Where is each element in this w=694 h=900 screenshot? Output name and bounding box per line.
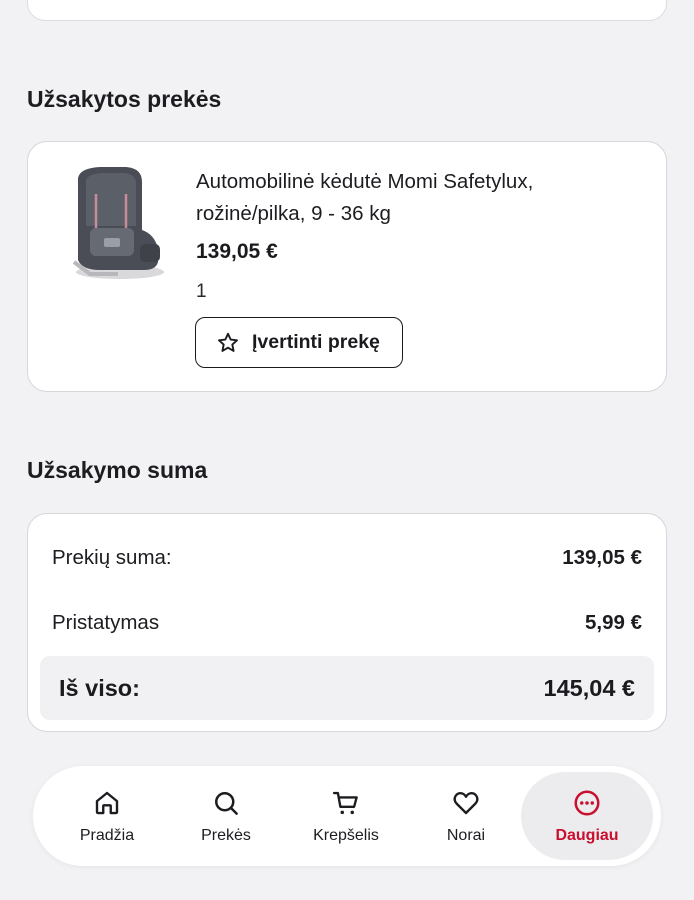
order-summary-title: Užsakymo suma	[27, 457, 208, 483]
star-icon	[218, 332, 238, 352]
more-icon	[574, 790, 600, 815]
subtotal-value: 139,05 €	[562, 546, 642, 569]
search-icon	[214, 791, 238, 815]
delivery-value: 5,99 €	[585, 611, 642, 634]
product-name[interactable]: Automobilinė kėdutė Momi Safetylux, roži…	[196, 166, 616, 230]
nav-label-home: Pradžia	[79, 826, 135, 844]
nav-item-home[interactable]: Pradžia	[47, 772, 167, 860]
nav-label-products: Prekės	[201, 826, 251, 844]
summary-row-total: Iš viso: 145,04 €	[40, 656, 654, 720]
heart-icon	[453, 791, 479, 814]
ordered-item-card: Automobilinė kėdutė Momi Safetylux, roži…	[27, 141, 667, 392]
total-label: Iš viso:	[59, 674, 140, 701]
cart-icon	[332, 791, 358, 814]
nav-item-products[interactable]: Prekės	[166, 772, 286, 860]
rate-product-label: Įvertinti prekę	[252, 331, 380, 353]
summary-row-delivery: Pristatymas 5,99 €	[52, 611, 642, 635]
nav-item-cart[interactable]: Krepšelis	[286, 772, 406, 860]
product-quantity: 1	[196, 281, 207, 302]
order-summary-card: Prekių suma: 139,05 € Pristatymas 5,99 €…	[27, 513, 667, 732]
delivery-label: Pristatymas	[52, 611, 160, 634]
nav-item-more[interactable]: Daugiau	[521, 772, 653, 860]
total-value: 145,04 €	[543, 674, 635, 701]
rate-product-button[interactable]: Įvertinti prekę	[195, 317, 403, 368]
product-image[interactable]	[56, 164, 168, 282]
ordered-items-title: Užsakytos prekės	[27, 86, 222, 112]
previous-section-card	[27, 0, 667, 21]
nav-item-wishlist[interactable]: Norai	[406, 772, 526, 860]
nav-label-cart: Krepšelis	[313, 826, 379, 844]
subtotal-label: Prekių suma:	[52, 546, 172, 569]
summary-row-subtotal: Prekių suma: 139,05 €	[52, 546, 642, 570]
product-price: 139,05 €	[196, 240, 278, 263]
bottom-navigation: Pradžia Prekės Krepšelis Norai Daugiau	[33, 766, 661, 866]
home-icon	[95, 791, 119, 814]
nav-label-more: Daugiau	[555, 826, 619, 844]
nav-label-wishlist: Norai	[446, 826, 486, 844]
car-seat-icon	[72, 167, 164, 279]
